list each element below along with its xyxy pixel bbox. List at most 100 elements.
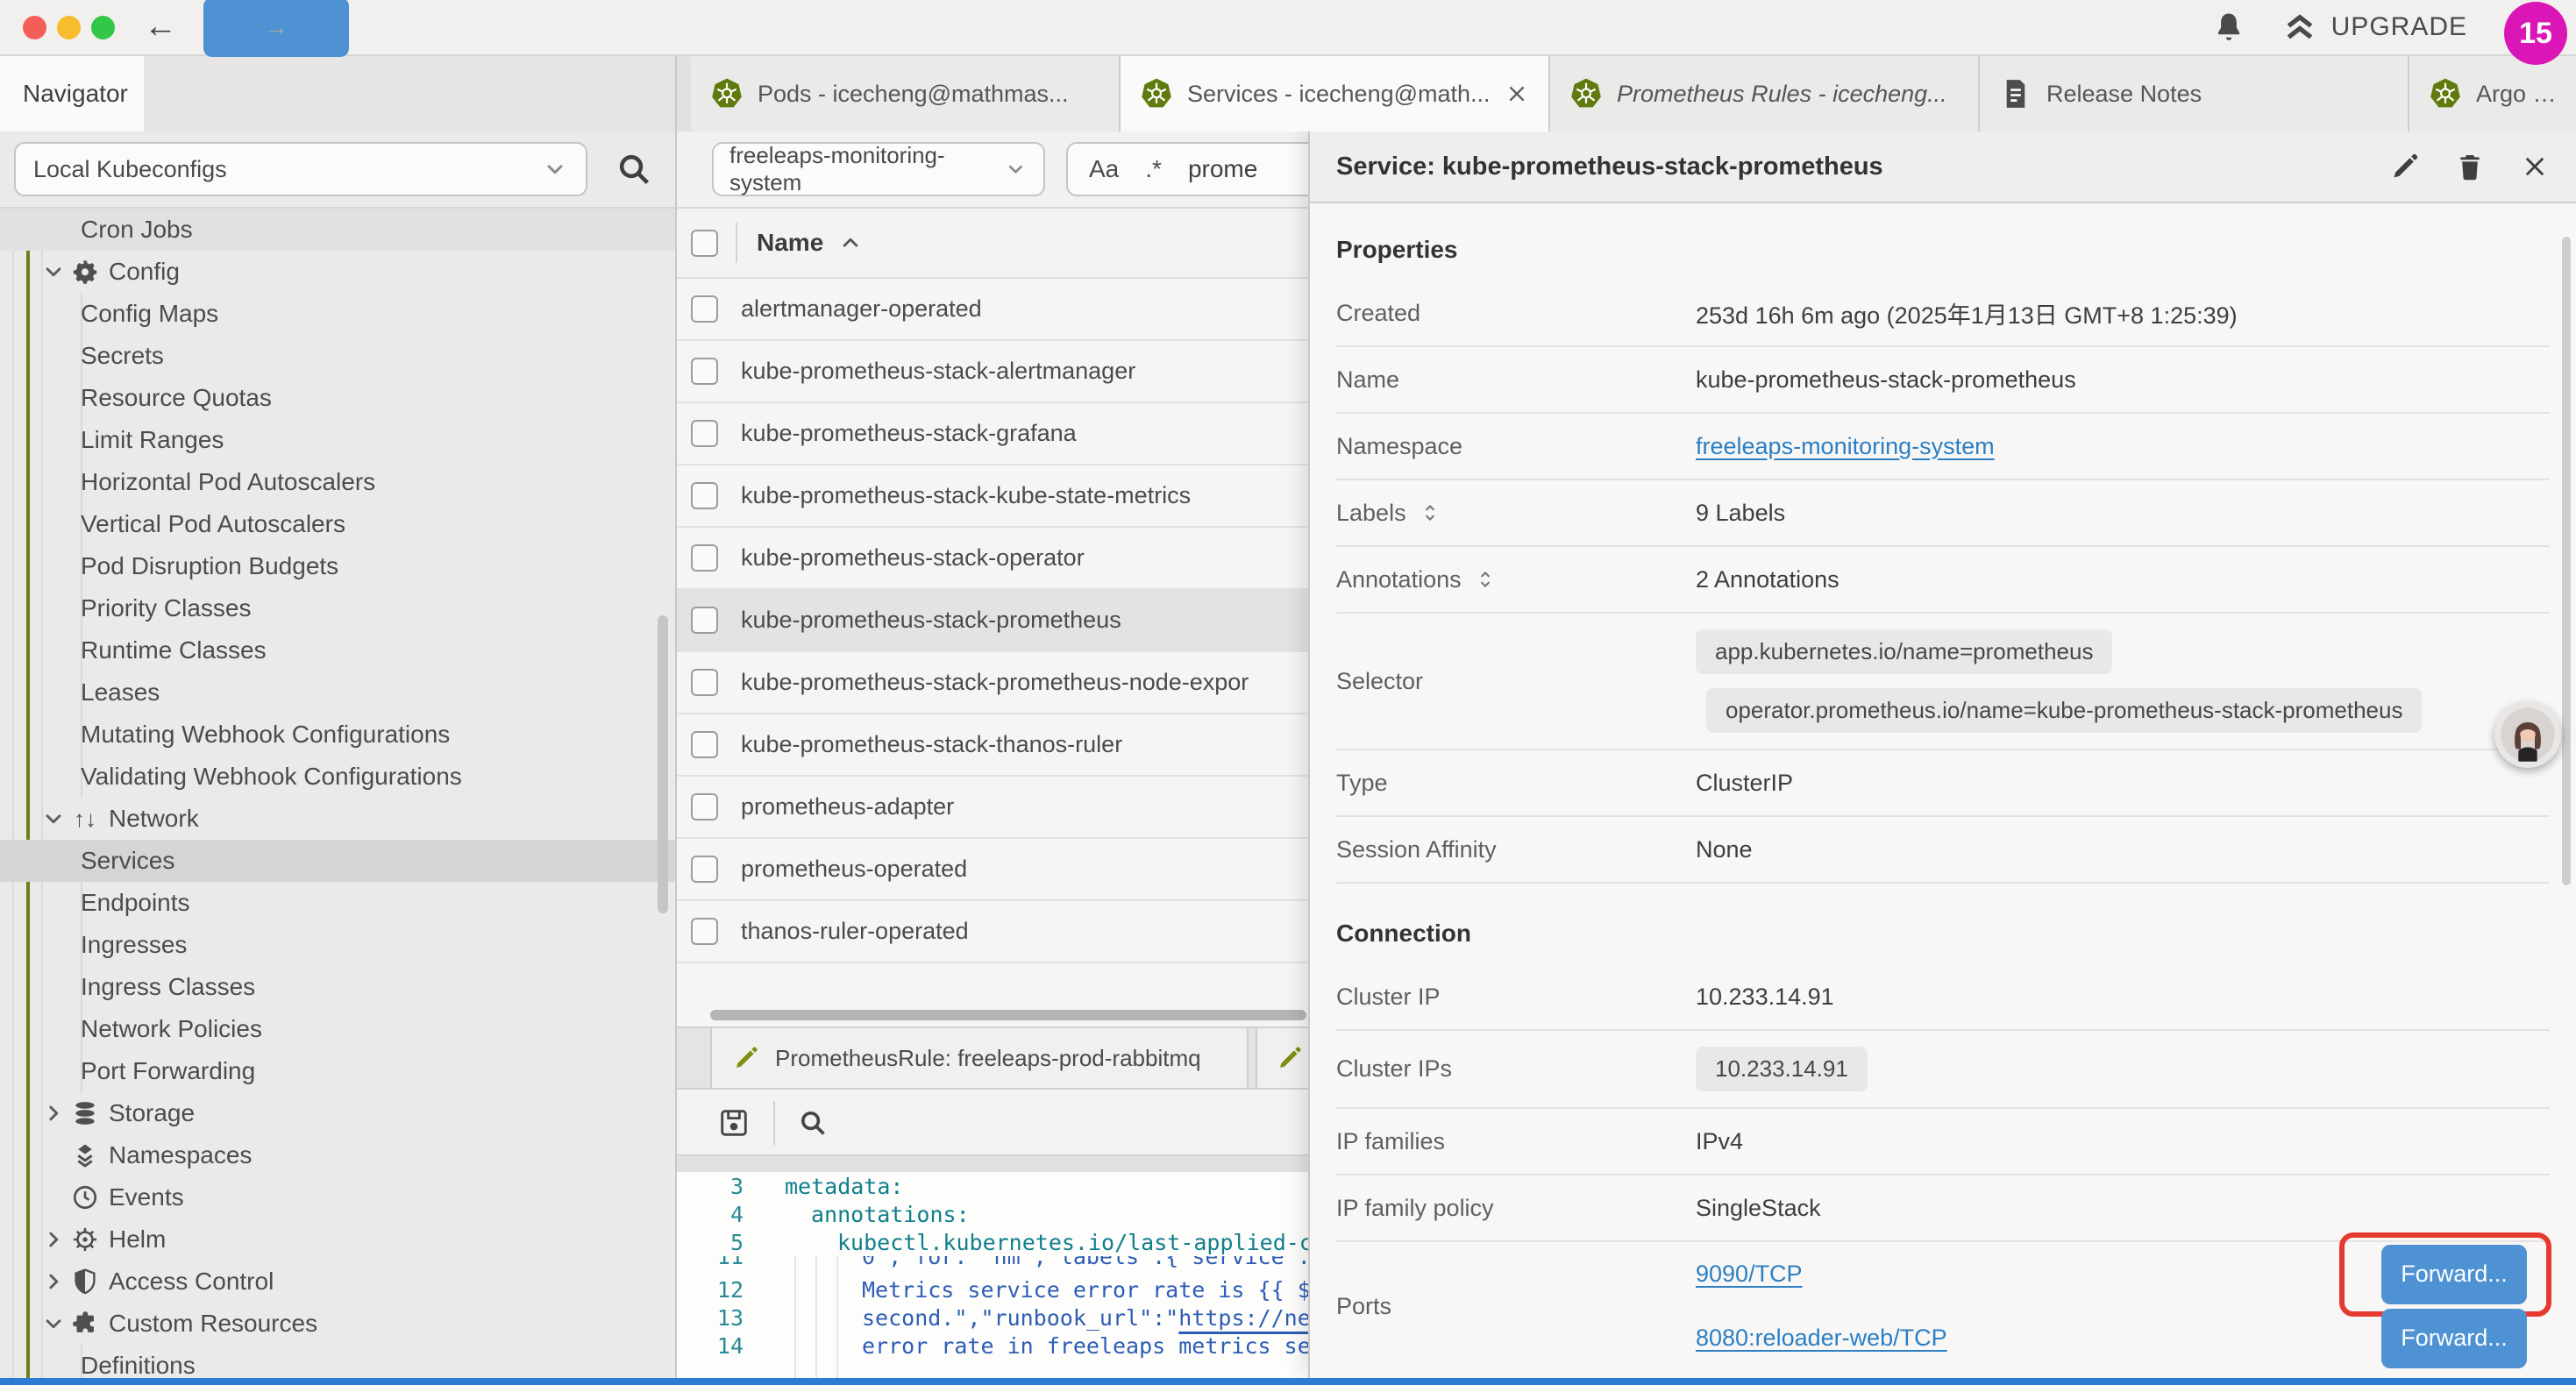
tree-item[interactable]: Ingresses bbox=[0, 924, 675, 966]
workspace-tab[interactable]: Release Notes bbox=[1980, 56, 2409, 131]
bell-icon[interactable] bbox=[2212, 11, 2245, 44]
code-link[interactable]: https://net bbox=[1178, 1305, 1324, 1331]
tree-item[interactable]: Services bbox=[0, 840, 675, 882]
tree-item-label: Config Maps bbox=[81, 300, 218, 328]
navigator-panel-tab[interactable]: Navigator bbox=[0, 56, 144, 131]
workspace-tab[interactable]: Pods - icecheng@mathmas... bbox=[691, 56, 1121, 131]
tree-item[interactable]: Runtime Classes bbox=[0, 629, 675, 671]
tree-item[interactable]: Config bbox=[0, 251, 675, 293]
navigator-sidebar: Local Kubeconfigs Cron Jobs bbox=[0, 131, 677, 1378]
sort-icon[interactable] bbox=[1419, 501, 1441, 524]
tree-item[interactable]: Events bbox=[0, 1176, 675, 1218]
tree-item[interactable]: Vertical Pod Autoscalers bbox=[0, 503, 675, 545]
minimize-window-button[interactable] bbox=[57, 16, 81, 39]
row-checkbox[interactable] bbox=[691, 544, 718, 572]
close-window-button[interactable] bbox=[23, 16, 46, 39]
regex-toggle[interactable]: .* bbox=[1145, 155, 1162, 183]
tree-item[interactable]: Storage bbox=[0, 1092, 675, 1134]
filter-value: prome bbox=[1188, 155, 1257, 183]
pencil-icon bbox=[1277, 1045, 1303, 1071]
row-checkbox[interactable] bbox=[691, 607, 718, 634]
workspace-tab[interactable]: Prometheus Rules - icecheng... bbox=[1550, 56, 1980, 131]
namespace-selector[interactable]: freeleaps-monitoring-system bbox=[712, 142, 1045, 196]
close-panel-icon[interactable] bbox=[2520, 152, 2550, 181]
port-link[interactable]: 8080:reloader-web/TCP bbox=[1696, 1325, 1947, 1352]
tree-item-label: Custom Resources bbox=[109, 1310, 317, 1338]
forward-button[interactable]: → bbox=[203, 0, 349, 57]
detail-scrollbar[interactable] bbox=[2562, 237, 2571, 885]
row-checkbox[interactable] bbox=[691, 793, 718, 820]
service-name: kube-prometheus-stack-grafana bbox=[741, 420, 1077, 447]
row-checkbox[interactable] bbox=[691, 856, 718, 883]
tree-item[interactable]: Helm bbox=[0, 1218, 675, 1261]
tree-item[interactable]: Horizontal Pod Autoscalers bbox=[0, 461, 675, 503]
tree-item[interactable]: Limit Ranges bbox=[0, 419, 675, 461]
tree-item[interactable]: Mutating Webhook Configurations bbox=[0, 714, 675, 756]
port-link[interactable]: 9090/TCP bbox=[1696, 1261, 1803, 1288]
namespace-link[interactable]: freeleaps-monitoring-system bbox=[1696, 433, 1995, 459]
tree-item[interactable]: Namespaces bbox=[0, 1134, 675, 1176]
tree-item[interactable]: Leases bbox=[0, 671, 675, 714]
tree-item[interactable]: Custom Resources bbox=[0, 1303, 675, 1345]
tree-item[interactable]: Cron Jobs bbox=[0, 209, 675, 251]
save-icon[interactable] bbox=[717, 1106, 751, 1140]
editor-search-icon[interactable] bbox=[798, 1108, 828, 1138]
row-checkbox[interactable] bbox=[691, 295, 718, 323]
row-checkbox[interactable] bbox=[691, 482, 718, 509]
tree-item-label: Helm bbox=[109, 1225, 166, 1254]
forward-button[interactable]: Forward... bbox=[2381, 1309, 2527, 1368]
row-checkbox[interactable] bbox=[691, 669, 718, 696]
tree-item[interactable]: Config Maps bbox=[0, 293, 675, 335]
tree-item-label: Leases bbox=[81, 678, 160, 707]
kubernetes-icon bbox=[1140, 77, 1173, 110]
notification-badge[interactable]: 15 bbox=[2504, 2, 2567, 65]
tree-item[interactable]: Priority Classes bbox=[0, 587, 675, 629]
forward-button[interactable]: Forward... bbox=[2381, 1245, 2527, 1304]
tree-item-label: Services bbox=[81, 847, 174, 875]
tree-item[interactable]: Validating Webhook Configurations bbox=[0, 756, 675, 798]
tree-item[interactable]: Resource Quotas bbox=[0, 377, 675, 419]
search-icon[interactable] bbox=[616, 151, 652, 188]
workspace-tab[interactable]: Argo Se bbox=[2409, 56, 2576, 131]
tree-item-label: Endpoints bbox=[81, 889, 190, 917]
document-icon bbox=[1999, 77, 2032, 110]
tree-item[interactable]: ↑↓ Network bbox=[0, 798, 675, 840]
row-checkbox[interactable] bbox=[691, 731, 718, 758]
tree-item[interactable]: Pod Disruption Budgets bbox=[0, 545, 675, 587]
row-checkbox[interactable] bbox=[691, 918, 718, 945]
match-case-toggle[interactable]: Aa bbox=[1089, 155, 1119, 183]
horizontal-scrollbar[interactable] bbox=[710, 1010, 1306, 1020]
delete-icon[interactable] bbox=[2455, 152, 2485, 181]
tree-item[interactable]: Port Forwarding bbox=[0, 1050, 675, 1092]
tree-item[interactable]: Secrets bbox=[0, 335, 675, 377]
row-checkbox[interactable] bbox=[691, 358, 718, 385]
upgrade-button[interactable]: UPGRADE bbox=[2282, 10, 2467, 45]
tree-item[interactable]: Access Control bbox=[0, 1261, 675, 1303]
tree-item[interactable]: Endpoints bbox=[0, 882, 675, 924]
sort-ascending-icon[interactable] bbox=[837, 230, 864, 256]
line-number: 12 bbox=[677, 1277, 744, 1303]
detail-row-label: Annotations bbox=[1336, 566, 1462, 593]
close-tab-icon[interactable] bbox=[1505, 82, 1529, 106]
back-button[interactable]: ← bbox=[144, 5, 177, 47]
port-line: 8080:reloader-web/TCP Forward... bbox=[1696, 1306, 2550, 1370]
edit-icon[interactable] bbox=[2390, 152, 2420, 181]
tree-item[interactable]: Ingress Classes bbox=[0, 966, 675, 1008]
detail-row-value: 253d 16h 6m ago (2025年1月13日 GMT+8 1:25:3… bbox=[1696, 302, 2238, 329]
tree-item[interactable]: Definitions bbox=[0, 1345, 675, 1378]
editor-tab[interactable]: PrometheusRule: freeleaps-prod-rabbitmq bbox=[710, 1028, 1249, 1088]
select-all-checkbox[interactable] bbox=[691, 230, 718, 257]
avatar[interactable] bbox=[2494, 701, 2561, 768]
tree-item[interactable]: Network Policies bbox=[0, 1008, 675, 1050]
workspace-tab[interactable]: Services - icecheng@math... bbox=[1121, 56, 1550, 131]
service-name: kube-prometheus-stack-prometheus bbox=[741, 607, 1121, 634]
row-checkbox[interactable] bbox=[691, 420, 718, 447]
detail-row: Cluster IPs 10.233.14.91 bbox=[1336, 1031, 2550, 1109]
kubeconfig-selector[interactable]: Local Kubeconfigs bbox=[14, 142, 587, 196]
maximize-window-button[interactable] bbox=[91, 16, 115, 39]
service-name: kube-prometheus-stack-operator bbox=[741, 544, 1085, 572]
sort-icon[interactable] bbox=[1474, 568, 1497, 591]
chevron-down-icon bbox=[542, 156, 568, 182]
name-column-header[interactable]: Name bbox=[757, 229, 823, 257]
sidebar-scrollbar[interactable] bbox=[658, 615, 668, 913]
